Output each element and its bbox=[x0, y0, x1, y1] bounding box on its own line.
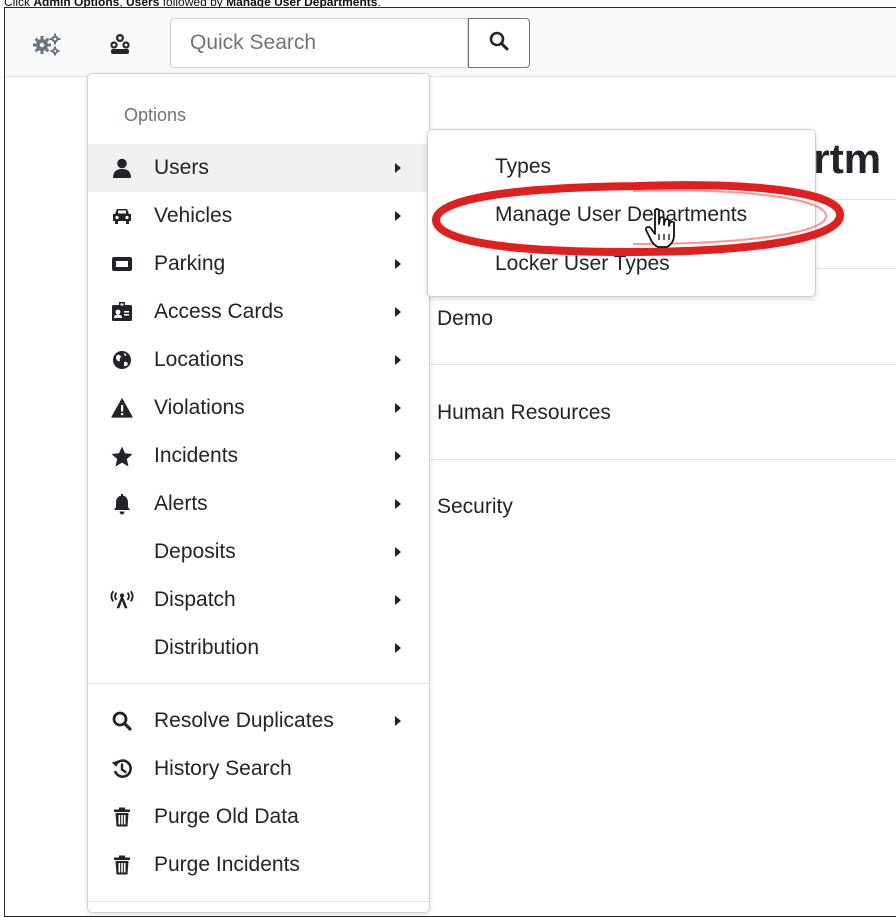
divider bbox=[430, 364, 896, 365]
department-row-human-resources[interactable]: Human Resources bbox=[437, 401, 611, 425]
menu-item-label: Alerts bbox=[154, 492, 208, 515]
chevron-right-icon bbox=[395, 499, 401, 509]
menu-item-label: Dispatch bbox=[154, 588, 236, 611]
bell-icon bbox=[110, 493, 134, 515]
menu-item-parking[interactable]: Parking bbox=[88, 240, 429, 288]
menu-item-alerts[interactable]: Alerts bbox=[88, 480, 429, 528]
search-button[interactable] bbox=[468, 18, 530, 68]
gears-icon[interactable] bbox=[32, 29, 62, 59]
quick-search-input[interactable]: Quick Search bbox=[170, 18, 468, 68]
chevron-right-icon bbox=[395, 163, 401, 173]
menu-divider bbox=[88, 683, 429, 684]
menu-item-label: Distribution bbox=[154, 636, 260, 659]
menu-item-label: Vehicles bbox=[154, 204, 233, 227]
submenu-item-types[interactable]: Types bbox=[495, 155, 551, 179]
menu-item-label: Violations bbox=[154, 396, 245, 419]
menu-item-locations[interactable]: Locations bbox=[88, 336, 429, 384]
search-icon bbox=[110, 710, 134, 732]
chevron-right-icon bbox=[395, 259, 401, 269]
warning-icon bbox=[110, 397, 134, 419]
chevron-right-icon bbox=[395, 595, 401, 605]
chevron-right-icon bbox=[395, 547, 401, 557]
menu-item-resolve-duplicates[interactable]: Resolve Duplicates bbox=[88, 697, 429, 745]
parking-icon bbox=[110, 253, 134, 275]
submenu-item-manage-user-departments[interactable]: Manage User Departments bbox=[495, 203, 747, 227]
menu-item-label: Deposits bbox=[154, 540, 236, 563]
menu-item-label: History Search bbox=[154, 757, 292, 780]
menu-item-purge-old-data[interactable]: Purge Old Data bbox=[88, 793, 429, 841]
chevron-right-icon bbox=[395, 307, 401, 317]
chevron-right-icon bbox=[395, 451, 401, 461]
menu-header: Options bbox=[124, 105, 187, 125]
menu-item-label: Parking bbox=[154, 252, 226, 275]
menu-item-label: Access Cards bbox=[154, 300, 284, 323]
hand-cursor-icon bbox=[645, 208, 675, 248]
submenu-item-locker-user-types[interactable]: Locker User Types bbox=[495, 252, 670, 276]
globe-icon bbox=[110, 349, 134, 371]
menu-item-label: Resolve Duplicates bbox=[154, 709, 334, 732]
users-submenu: Types Manage User Departments Locker Use… bbox=[427, 129, 816, 297]
search-icon bbox=[489, 31, 509, 55]
menu-item-history-search[interactable]: History Search bbox=[88, 745, 429, 793]
menu-item-users[interactable]: Users bbox=[88, 144, 429, 192]
menu-divider bbox=[88, 901, 429, 902]
chevron-right-icon bbox=[395, 211, 401, 221]
menu-item-deposits[interactable]: Deposits bbox=[88, 528, 429, 576]
menu-item-label: Locations bbox=[154, 348, 244, 371]
menu-item-dispatch[interactable]: Dispatch bbox=[88, 576, 429, 624]
menu-item-label: Users bbox=[154, 156, 209, 179]
chevron-right-icon bbox=[395, 716, 401, 726]
user-icon bbox=[110, 157, 134, 179]
menu-item-label: Purge Incidents bbox=[154, 853, 300, 876]
menu-item-violations[interactable]: Violations bbox=[88, 384, 429, 432]
menu-item-incidents[interactable]: Incidents bbox=[88, 432, 429, 480]
chevron-right-icon bbox=[395, 355, 401, 365]
menu-item-purge-incidents[interactable]: Purge Incidents bbox=[88, 841, 429, 889]
car-icon bbox=[110, 205, 134, 227]
menu-item-vehicles[interactable]: Vehicles bbox=[88, 192, 429, 240]
history-icon bbox=[110, 758, 134, 780]
department-row-security[interactable]: Security bbox=[437, 495, 513, 519]
id-badge-icon bbox=[110, 301, 134, 323]
divider bbox=[430, 459, 896, 460]
trash-icon bbox=[110, 854, 134, 876]
admin-options-menu: Options Users Vehicles Parking Access Ca… bbox=[87, 73, 430, 913]
menu-item-distribution[interactable]: Distribution bbox=[88, 624, 429, 672]
chevron-right-icon bbox=[395, 643, 401, 653]
users-icon[interactable] bbox=[105, 29, 135, 59]
star-icon bbox=[110, 445, 134, 467]
department-row-demo[interactable]: Demo bbox=[437, 307, 493, 331]
menu-item-access-cards[interactable]: Access Cards bbox=[88, 288, 429, 336]
trash-icon bbox=[110, 806, 134, 828]
menu-item-label: Purge Old Data bbox=[154, 805, 299, 828]
chevron-right-icon bbox=[395, 403, 401, 413]
radio-tower-icon bbox=[110, 589, 134, 611]
menu-item-label: Incidents bbox=[154, 444, 239, 467]
